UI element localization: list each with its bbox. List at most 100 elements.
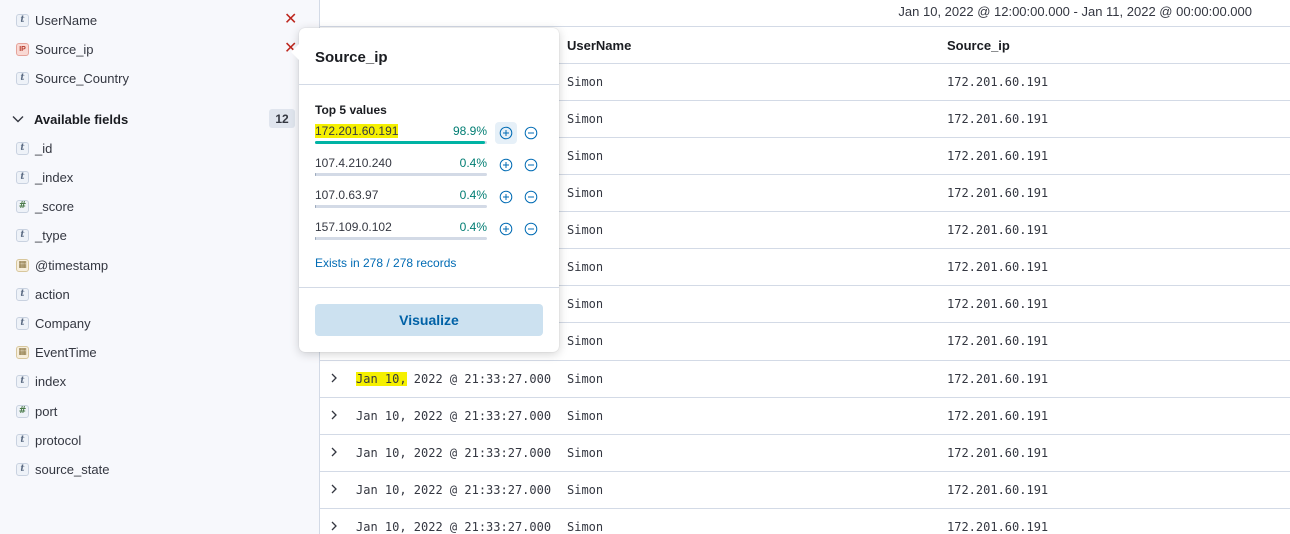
source-ip-cell: 172.201.60.191	[947, 334, 1049, 348]
available-field-company[interactable]: t Company	[16, 312, 316, 334]
time-cell: Jan 10, 2022 @ 21:33:27.000	[356, 446, 552, 460]
remove-field-icon[interactable]: ✕	[284, 12, 297, 28]
source-ip-cell: 172.201.60.191	[947, 223, 1049, 237]
username-cell: Simon	[567, 334, 604, 348]
source-ip-cell: 172.201.60.191	[947, 149, 1049, 163]
chevron-right-icon[interactable]	[328, 445, 340, 459]
number-type-icon: #	[16, 404, 29, 418]
source-ip-cell: 172.201.60.191	[947, 372, 1049, 386]
visualize-button[interactable]: Visualize	[315, 304, 543, 336]
available-field-index[interactable]: t index	[16, 370, 316, 392]
available-field-score[interactable]: # _score	[16, 195, 316, 217]
available-field-id[interactable]: t _id	[16, 137, 316, 159]
username-cell: Simon	[567, 112, 604, 126]
string-type-icon: t	[16, 316, 29, 330]
source-ip-cell: 172.201.60.191	[947, 112, 1049, 126]
available-field-port[interactable]: # port	[16, 400, 316, 422]
filter-out-value-icon[interactable]	[520, 186, 542, 208]
chevron-right-icon[interactable]	[328, 371, 340, 385]
source-ip-cell: 172.201.60.191	[947, 483, 1049, 497]
string-type-icon: t	[16, 170, 29, 184]
field-name: UserName	[35, 12, 98, 28]
username-cell: Simon	[567, 186, 604, 200]
source-ip-cell: 172.201.60.191	[947, 409, 1049, 423]
column-header-username[interactable]: UserName	[567, 38, 631, 53]
time-cell: Jan 10, 2022 @ 21:33:27.000	[356, 520, 552, 534]
table-row[interactable]: Jan 10, 2022 @ 21:33:27.000 Simon 172.20…	[320, 508, 1290, 534]
available-field-source-state[interactable]: t source_state	[16, 458, 316, 480]
calendar-type-icon: ▦	[16, 345, 29, 359]
filter-for-value-icon[interactable]	[495, 154, 517, 176]
time-cell: Jan 10, 2022 @ 21:33:27.000	[356, 372, 551, 386]
username-cell: Simon	[567, 372, 604, 386]
table-row[interactable]: Jan 10, 2022 @ 21:33:27.000 Simon 172.20…	[320, 360, 1290, 397]
available-field-timestamp[interactable]: ▦ @timestamp	[16, 254, 316, 276]
chevron-right-icon[interactable]	[328, 519, 340, 533]
time-cell: Jan 10, 2022 @ 21:33:27.000	[356, 409, 552, 423]
available-field-protocol[interactable]: t protocol	[16, 429, 316, 451]
field-name: _type	[35, 227, 67, 243]
filter-out-value-icon[interactable]	[520, 122, 542, 144]
highlight-mark: Jan 10,	[356, 372, 407, 386]
chevron-down-icon	[12, 116, 24, 123]
chevron-right-icon[interactable]	[328, 408, 340, 422]
filter-out-value-icon[interactable]	[520, 154, 542, 176]
username-cell: Simon	[567, 446, 604, 460]
exists-in-records-link[interactable]: Exists in 278 / 278 records	[315, 256, 456, 270]
available-fields-label: Available fields	[34, 111, 129, 127]
column-header-source-ip[interactable]: Source_ip	[947, 38, 1010, 53]
top-value-label: 107.4.210.240	[315, 156, 392, 170]
username-cell: Simon	[567, 260, 604, 274]
top-value-bar-fill	[315, 173, 316, 176]
field-name: Company	[35, 315, 91, 331]
selected-field-source-ip[interactable]: IP Source_ip ✕	[16, 38, 316, 60]
top-value-bar	[315, 141, 487, 144]
top-value-row: 157.109.0.102 0.4%	[315, 220, 545, 242]
available-field-action[interactable]: t action	[16, 283, 316, 305]
source-ip-cell: 172.201.60.191	[947, 260, 1049, 274]
available-field-index-underscore[interactable]: t _index	[16, 166, 316, 188]
available-field-eventtime[interactable]: ▦ EventTime	[16, 341, 316, 363]
table-row[interactable]: Jan 10, 2022 @ 21:33:27.000 Simon 172.20…	[320, 471, 1290, 508]
highlight-mark: 172.201.60.191	[315, 124, 399, 138]
username-cell: Simon	[567, 223, 604, 237]
field-name: _index	[35, 169, 74, 185]
top-value-bar-fill	[315, 141, 485, 144]
time-cell: Jan 10, 2022 @ 21:33:27.000	[356, 483, 552, 497]
field-name: protocol	[35, 432, 82, 448]
source-ip-cell: 172.201.60.191	[947, 446, 1049, 460]
filter-for-value-icon[interactable]	[495, 218, 517, 240]
string-type-icon: t	[16, 71, 29, 85]
username-cell: Simon	[567, 520, 604, 534]
selected-field-username[interactable]: t UserName ✕	[16, 9, 316, 31]
string-type-icon: t	[16, 433, 29, 447]
filter-for-value-icon[interactable]	[495, 122, 517, 144]
table-row[interactable]: Jan 10, 2022 @ 21:33:27.000 Simon 172.20…	[320, 397, 1290, 434]
top-value-percent: 0.4%	[459, 220, 487, 234]
field-name: @timestamp	[35, 257, 109, 273]
available-fields-toggle[interactable]: Available fields	[12, 108, 298, 130]
available-field-type[interactable]: t _type	[16, 224, 316, 246]
username-cell: Simon	[567, 75, 604, 89]
filter-out-value-icon[interactable]	[520, 218, 542, 240]
username-cell: Simon	[567, 483, 604, 497]
top-value-percent: 0.4%	[459, 188, 487, 202]
top-value-bar	[315, 205, 487, 208]
table-row[interactable]: Jan 10, 2022 @ 21:33:27.000 Simon 172.20…	[320, 434, 1290, 471]
calendar-type-icon: ▦	[16, 258, 29, 272]
chevron-right-icon[interactable]	[328, 482, 340, 496]
username-cell: Simon	[567, 297, 604, 311]
top-value-row: 107.4.210.240 0.4%	[315, 156, 545, 178]
filter-for-value-icon[interactable]	[495, 186, 517, 208]
string-type-icon: t	[16, 287, 29, 301]
top-value-row: 172.201.60.191 98.9%	[315, 122, 545, 146]
string-type-icon: t	[16, 228, 29, 242]
field-name: source_state	[35, 461, 110, 477]
top-value-label: 157.109.0.102	[315, 220, 392, 234]
selected-field-source-country[interactable]: t Source_Country	[16, 67, 316, 89]
divider	[299, 287, 559, 288]
number-type-icon: #	[16, 199, 29, 213]
top-value-row: 107.0.63.97 0.4%	[315, 188, 545, 210]
top-value-label: 107.0.63.97	[315, 188, 379, 202]
field-details-popover: Source_ip Top 5 values 172.201.60.191 98…	[291, 28, 559, 352]
